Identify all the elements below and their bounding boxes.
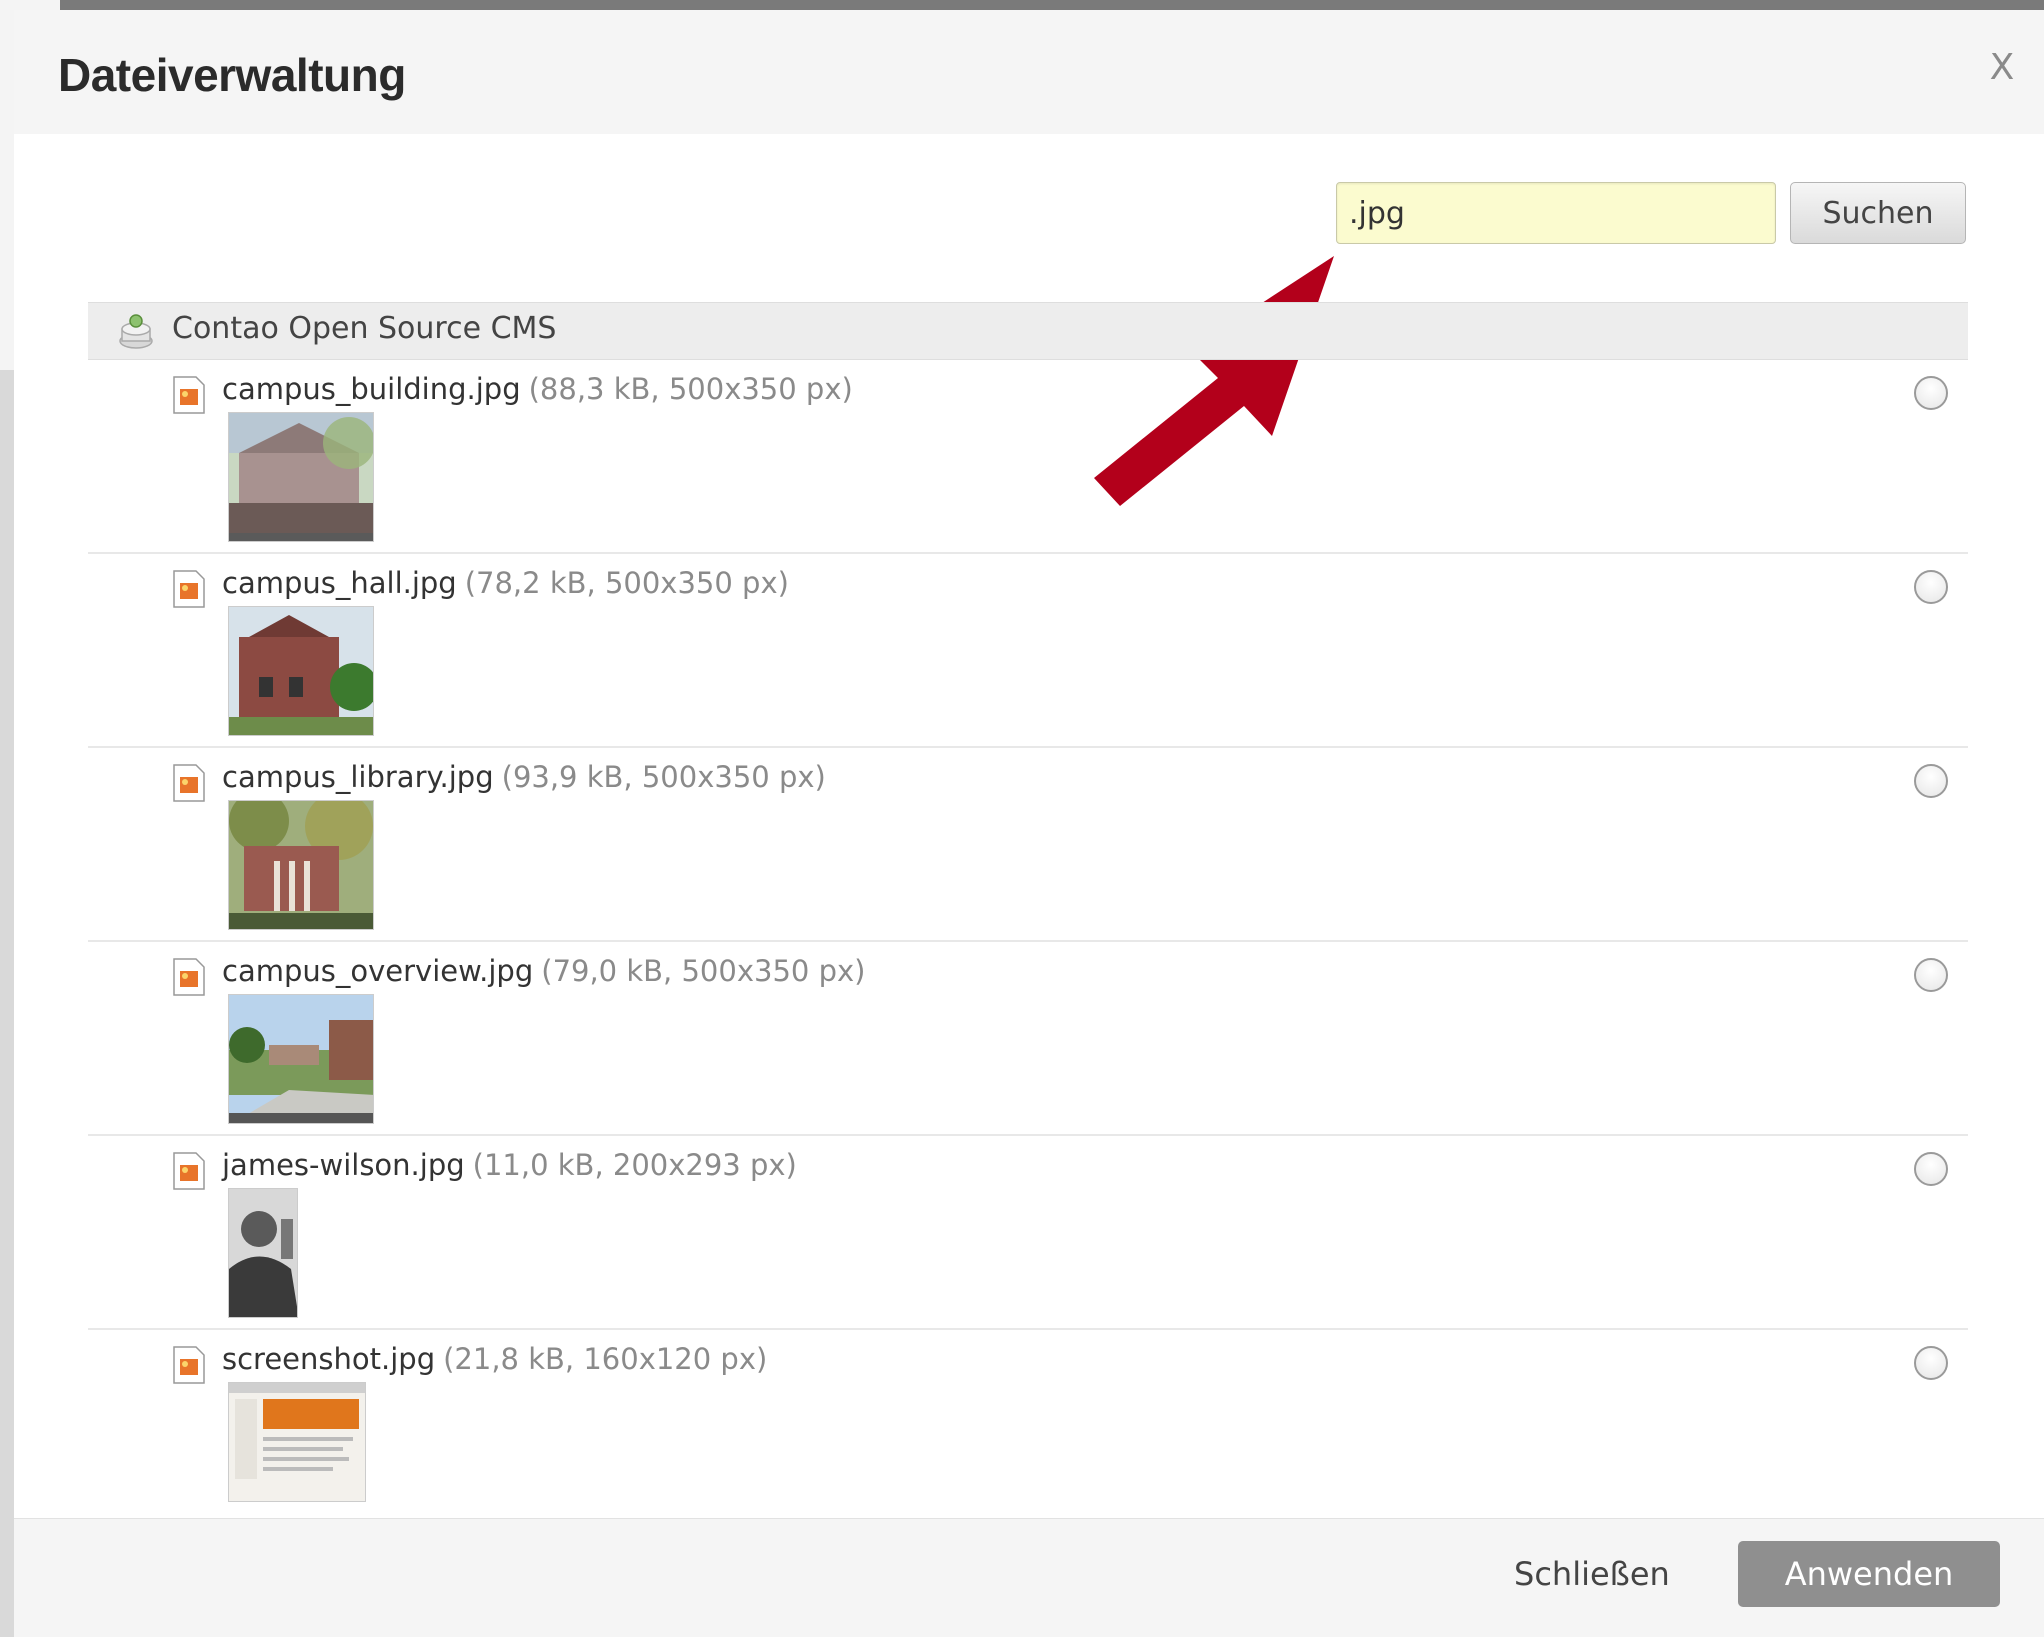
thumbnail-hall-image: [229, 607, 373, 735]
image-file-icon: [173, 570, 205, 608]
file-meta: (88,3 kB, 500x350 px): [528, 372, 853, 406]
file-meta: (93,9 kB, 500x350 px): [501, 760, 826, 794]
file-select-radio[interactable]: [1914, 570, 1948, 604]
file-thumbnail[interactable]: [228, 994, 374, 1124]
close-icon[interactable]: X: [1982, 48, 2022, 88]
file-manager-modal: Dateiverwaltung X Suchen Contao Open Sou…: [14, 10, 2044, 1637]
modal-footer: Schließen Anwenden: [14, 1518, 2044, 1637]
tree-root-label: Contao Open Source CMS: [172, 311, 557, 346]
file-thumbnail[interactable]: [228, 1382, 366, 1502]
file-thumbnail[interactable]: [228, 800, 374, 930]
file-label: campus_overview.jpg (79,0 kB, 500x350 px): [222, 954, 865, 988]
file-name: campus_overview.jpg: [222, 954, 534, 988]
file-label: campus_building.jpg (88,3 kB, 500x350 px): [222, 372, 853, 406]
file-meta: (78,2 kB, 500x350 px): [464, 566, 789, 600]
file-thumbnail[interactable]: [228, 606, 374, 736]
file-row[interactable]: campus_library.jpg (93,9 kB, 500x350 px): [88, 748, 1968, 942]
search-button[interactable]: Suchen: [1790, 182, 1966, 244]
file-label: campus_hall.jpg (78,2 kB, 500x350 px): [222, 566, 789, 600]
file-meta: (21,8 kB, 160x120 px): [443, 1342, 768, 1376]
file-row[interactable]: campus_hall.jpg (78,2 kB, 500x350 px): [88, 554, 1968, 748]
thumbnail-library-image: [229, 801, 373, 929]
modal-title: Dateiverwaltung: [58, 49, 406, 101]
search-input[interactable]: [1336, 182, 1776, 244]
file-name: campus_building.jpg: [222, 372, 521, 406]
filemount-icon: [119, 314, 153, 349]
image-file-icon: [173, 958, 205, 996]
image-file-icon: [173, 1346, 205, 1384]
file-meta: (79,0 kB, 500x350 px): [541, 954, 866, 988]
file-select-radio[interactable]: [1914, 764, 1948, 798]
file-thumbnail[interactable]: [228, 1188, 298, 1318]
tree-root-row: Contao Open Source CMS: [88, 302, 1968, 360]
thumbnail-building-image: [229, 413, 373, 541]
file-label: campus_library.jpg (93,9 kB, 500x350 px): [222, 760, 826, 794]
thumbnail-overview-image: [229, 995, 373, 1123]
file-row[interactable]: screenshot.jpg (21,8 kB, 160x120 px): [88, 1330, 1968, 1524]
file-row[interactable]: campus_overview.jpg (79,0 kB, 500x350 px): [88, 942, 1968, 1136]
backdrop-top-strip: [0, 0, 2044, 10]
modal-header: Dateiverwaltung X: [14, 10, 2044, 134]
file-list: campus_building.jpg (88,3 kB, 500x350 px): [88, 360, 1968, 1524]
file-name: james-wilson.jpg: [222, 1148, 465, 1182]
file-select-radio[interactable]: [1914, 376, 1948, 410]
image-file-icon: [173, 376, 205, 414]
file-select-radio[interactable]: [1914, 1346, 1948, 1380]
file-select-radio[interactable]: [1914, 1152, 1948, 1186]
thumbnail-screenshot-image: [229, 1383, 365, 1501]
file-select-radio[interactable]: [1914, 958, 1948, 992]
thumbnail-portrait-image: [229, 1189, 297, 1317]
file-label: screenshot.jpg (21,8 kB, 160x120 px): [222, 1342, 767, 1376]
file-row[interactable]: campus_building.jpg (88,3 kB, 500x350 px): [88, 360, 1968, 554]
close-button[interactable]: Schließen: [1514, 1555, 1670, 1593]
file-label: james-wilson.jpg (11,0 kB, 200x293 px): [222, 1148, 797, 1182]
apply-button[interactable]: Anwenden: [1738, 1541, 2000, 1607]
file-meta: (11,0 kB, 200x293 px): [472, 1148, 797, 1182]
file-thumbnail[interactable]: [228, 412, 374, 542]
file-name: campus_hall.jpg: [222, 566, 457, 600]
file-name: screenshot.jpg: [222, 1342, 436, 1376]
image-file-icon: [173, 1152, 205, 1190]
file-row[interactable]: james-wilson.jpg (11,0 kB, 200x293 px): [88, 1136, 1968, 1330]
image-file-icon: [173, 764, 205, 802]
file-name: campus_library.jpg: [222, 760, 494, 794]
